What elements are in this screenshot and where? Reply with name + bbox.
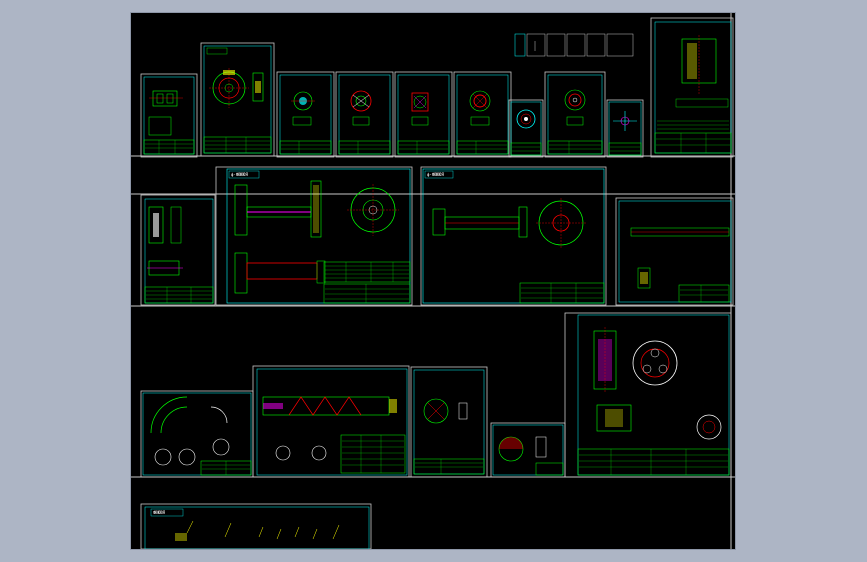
assembly-label: ф-ФЮЮЮЯ	[231, 172, 248, 177]
assembly-label: ф-ФЮЮЮЯ	[427, 172, 444, 177]
cad-drawing-canvas[interactable]: ф-ФЮЮЮЯ ф-ФЮЮЮЯ ФЮЮЮЯ	[131, 13, 735, 549]
assembly-label: ФЮЮЮЯ	[153, 510, 166, 515]
cad-drawing-viewport[interactable]: ф-ФЮЮЮЯ ф-ФЮЮЮЯ ФЮЮЮЯ	[130, 12, 736, 550]
